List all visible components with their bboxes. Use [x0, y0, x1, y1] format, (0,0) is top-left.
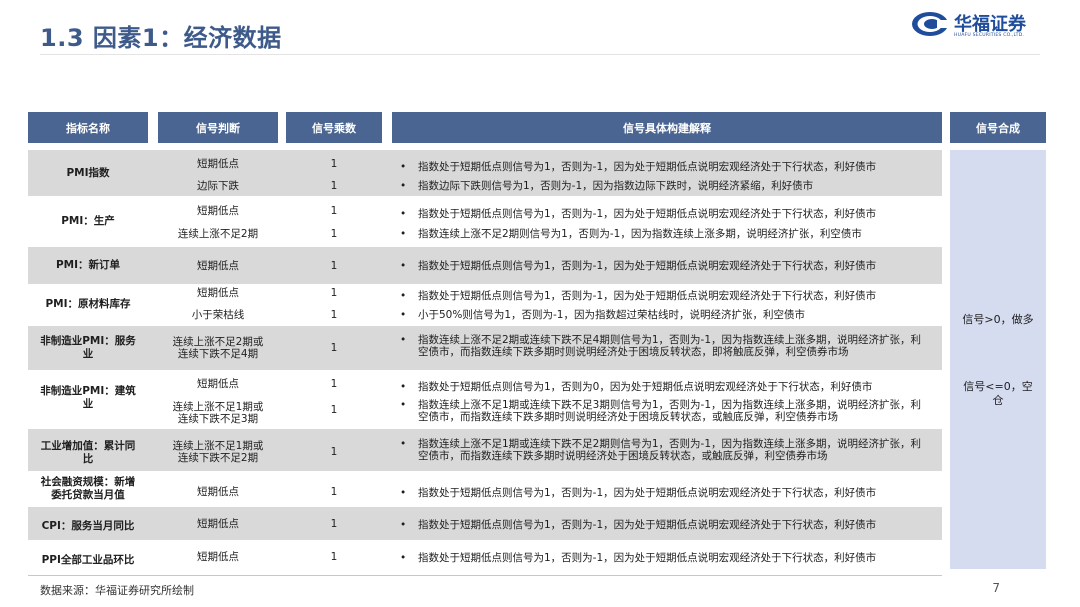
page-number: 7 [992, 581, 1000, 595]
indicator-name: PPI全部工业品环比 [41, 553, 135, 566]
signal-multiplier: 1 [330, 378, 338, 390]
signal-multiplier: 1 [330, 260, 338, 272]
signal-multiplier: 1 [330, 228, 338, 240]
indicator-name: PMI指数 [66, 166, 110, 179]
signal-explanation: • 指数处于短期低点则信号为1，否则为0，因为处于短期低点说明宏观经济处于下行状态… [400, 380, 930, 394]
bullet: • [400, 161, 407, 173]
bullet: • [400, 381, 407, 393]
signal-multiplier: 1 [330, 158, 338, 170]
explanation-text: 指数连续上涨不足1期或连续下跌不足3期则信号为1，否则为-1，因为指数连续上涨多… [418, 399, 922, 423]
explanation-text: 指数处于短期低点则信号为1，否则为-1，因为处于短期低点说明宏观经济处于下行状态… [418, 260, 877, 272]
explanation-text: 指数连续上涨不足1期或连续下跌不足2期则信号为1，否则为-1，因为指数连续上涨多… [418, 438, 922, 462]
company-logo: 华福证券 HUAFU SECURITIES CO.,LTD. [910, 10, 1040, 44]
header-signal-judge: 信号判断 [158, 112, 278, 143]
signal-multiplier: 1 [330, 404, 338, 416]
synthesis-long-rule: 信号>0，做多 [962, 313, 1034, 326]
explanation-text: 指数边际下跌则信号为1，否则为-1，因为指数边际下跌时，说明经济紧缩，利好债市 [418, 180, 814, 192]
signal-multiplier: 1 [330, 342, 338, 354]
signal-explanation: • 小于50%则信号为1，否则为-1，因为指数超过荣枯线时，说明经济扩张，利空债市 [400, 308, 930, 322]
signal-judge: 短期低点 [197, 287, 239, 299]
explanation-text: 小于50%则信号为1，否则为-1，因为指数超过荣枯线时，说明经济扩张，利空债市 [418, 309, 805, 321]
signal-judge: 短期低点 [197, 551, 239, 563]
signal-judge: 短期低点 [197, 158, 239, 170]
signal-judge: 连续上涨不足1期或连续下跌不足3期 [172, 401, 264, 425]
indicator-name: PMI：原材料库存 [45, 298, 131, 310]
signal-judge: 边际下跌 [197, 180, 239, 192]
indicator-name: 非制造业PMI：建筑业 [40, 385, 136, 410]
signal-explanation: • 指数连续上涨不足2期或连续下跌不足4期则信号为1，否则为-1，因为指数连续上涨… [400, 334, 930, 362]
bullet: • [400, 487, 407, 499]
header-indicator-name: 指标名称 [28, 112, 148, 143]
bullet: • [400, 552, 407, 564]
explanation-text: 指数处于短期低点则信号为1，否则为-1，因为处于短期低点说明宏观经济处于下行状态… [418, 552, 877, 564]
table-bottom-border [28, 575, 942, 576]
signal-judge: 小于荣枯线 [191, 309, 245, 321]
signal-explanation: • 指数边际下跌则信号为1，否则为-1，因为指数边际下跌时，说明经济紧缩，利好债市 [400, 179, 930, 193]
bullet: • [400, 208, 407, 220]
explanation-text: 指数处于短期低点则信号为1，否则为-1，因为处于短期低点说明宏观经济处于下行状态… [418, 519, 877, 531]
bullet: • [400, 399, 407, 411]
explanation-text: 指数处于短期低点则信号为1，否则为-1，因为处于短期低点说明宏观经济处于下行状态… [418, 161, 877, 173]
indicator-name: PMI：新订单 [55, 259, 121, 271]
signal-explanation: • 指数连续上涨不足1期或连续下跌不足2期则信号为1，否则为-1，因为指数连续上涨… [400, 438, 930, 466]
signal-multiplier: 1 [330, 309, 338, 321]
signal-explanation: • 指数处于短期低点则信号为1，否则为-1，因为处于短期低点说明宏观经济处于下行状… [400, 551, 930, 565]
signal-judge: 短期低点 [197, 205, 239, 217]
bullet: • [400, 180, 407, 192]
bullet: • [400, 438, 407, 450]
signal-multiplier: 1 [330, 180, 338, 192]
signal-multiplier: 1 [330, 486, 338, 498]
signal-explanation: • 指数处于短期低点则信号为1，否则为-1，因为处于短期低点说明宏观经济处于下行状… [400, 259, 930, 273]
bullet: • [400, 260, 407, 272]
signal-judge: 短期低点 [197, 260, 239, 272]
data-source-note: 数据来源：华福证券研究所绘制 [40, 584, 194, 597]
signal-explanation: • 指数处于短期低点则信号为1，否则为-1，因为处于短期低点说明宏观经济处于下行状… [400, 289, 930, 303]
header-signal-explanation: 信号具体构建解释 [392, 112, 942, 143]
bullet: • [400, 519, 407, 531]
signal-explanation: • 指数连续上涨不足1期或连续下跌不足3期则信号为1，否则为-1，因为指数连续上涨… [400, 399, 930, 427]
signal-multiplier: 1 [330, 551, 338, 563]
explanation-text: 指数处于短期低点则信号为1，否则为-1，因为处于短期低点说明宏观经济处于下行状态… [418, 208, 877, 220]
signal-synthesis-panel [950, 150, 1046, 569]
indicator-name: 非制造业PMI：服务业 [40, 335, 136, 360]
indicator-name: CPI：服务当月同比 [41, 519, 135, 532]
synthesis-flat-rule: 信号<=0，空仓 [963, 380, 1033, 407]
explanation-text: 指数处于短期低点则信号为1，否则为-1，因为处于短期低点说明宏观经济处于下行状态… [418, 290, 877, 302]
signal-explanation: • 指数处于短期低点则信号为1，否则为-1，因为处于短期低点说明宏观经济处于下行状… [400, 207, 930, 221]
signal-multiplier: 1 [330, 518, 338, 530]
signal-judge: 连续上涨不足2期 [177, 228, 259, 240]
signal-multiplier: 1 [330, 205, 338, 217]
bullet: • [400, 228, 407, 240]
signal-explanation: • 指数处于短期低点则信号为1，否则为-1，因为处于短期低点说明宏观经济处于下行状… [400, 160, 930, 174]
slide-title: 1.3 因素1：经济数据 [40, 24, 282, 52]
logo-name-en: HUAFU SECURITIES CO.,LTD. [954, 33, 1025, 38]
explanation-text: 指数处于短期低点则信号为1，否则为-1，因为处于短期低点说明宏观经济处于下行状态… [418, 487, 877, 499]
signal-judge: 短期低点 [197, 486, 239, 498]
signal-explanation: • 指数处于短期低点则信号为1，否则为-1，因为处于短期低点说明宏观经济处于下行状… [400, 486, 930, 500]
signal-judge: 短期低点 [197, 378, 239, 390]
bullet: • [400, 334, 407, 346]
title-divider [40, 54, 1040, 55]
huafu-logo-icon [912, 12, 950, 36]
signal-multiplier: 1 [330, 287, 338, 299]
indicator-name: 工业增加值：累计同比 [40, 440, 136, 465]
header-signal-multiplier: 信号乘数 [286, 112, 382, 143]
signal-explanation: • 指数处于短期低点则信号为1，否则为-1，因为处于短期低点说明宏观经济处于下行状… [400, 518, 930, 532]
bullet: • [400, 309, 407, 321]
header-signal-synthesis: 信号合成 [950, 112, 1046, 143]
signal-judge: 连续上涨不足2期或连续下跌不足4期 [172, 336, 264, 360]
bullet: • [400, 290, 407, 302]
signal-explanation: • 指数连续上涨不足2期则信号为1，否则为-1，因为指数连续上涨多期，说明经济扩张… [400, 227, 930, 241]
signal-multiplier: 1 [330, 446, 338, 458]
explanation-text: 指数连续上涨不足2期则信号为1，否则为-1，因为指数连续上涨多期，说明经济扩张，… [418, 228, 862, 240]
signal-judge: 连续上涨不足1期或连续下跌不足2期 [172, 440, 264, 464]
indicator-name: 社会融资规模：新增委托贷款当月值 [40, 476, 136, 501]
indicator-name: PMI：生产 [61, 214, 115, 227]
explanation-text: 指数处于短期低点则信号为1，否则为0，因为处于短期低点说明宏观经济处于下行状态，… [418, 381, 873, 393]
explanation-text: 指数连续上涨不足2期或连续下跌不足4期则信号为1，否则为-1，因为指数连续上涨多… [418, 334, 922, 358]
signal-judge: 短期低点 [197, 518, 239, 530]
